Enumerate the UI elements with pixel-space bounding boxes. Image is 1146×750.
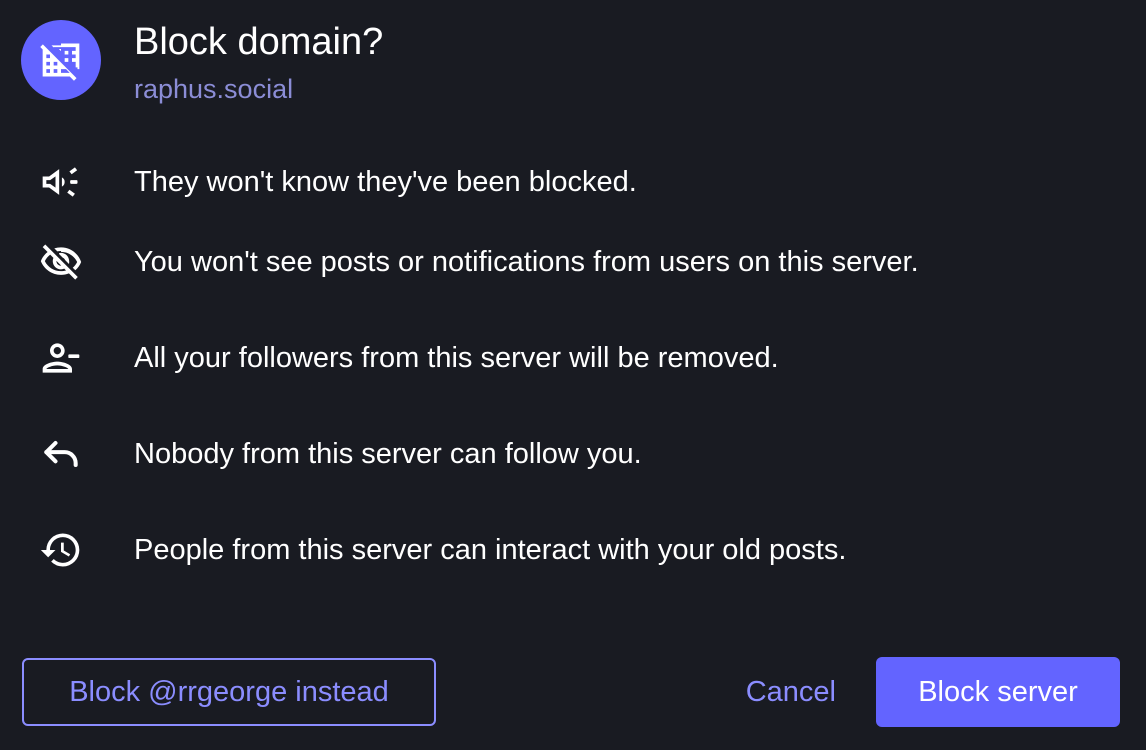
list-item: People from this server can interact wit… [38, 502, 1118, 598]
domain-name: raphus.social [134, 74, 294, 104]
person-remove-icon [38, 335, 84, 381]
list-item: You won't see posts or notifications fro… [38, 214, 1118, 310]
campaign-icon [38, 159, 84, 205]
domain-disabled-icon [21, 20, 101, 100]
cancel-button[interactable]: Cancel [726, 657, 856, 727]
visibility-off-icon [38, 239, 84, 285]
right-actions: Cancel Block server [726, 657, 1120, 727]
consequences-list: They won't know they've been blocked. Yo… [38, 150, 1118, 598]
consequence-text: Nobody from this server can follow you. [134, 438, 642, 470]
block-domain-dialog: Block domain? raphus.social They won't k… [0, 0, 1146, 750]
title-block: Block domain? raphus.social [134, 20, 383, 106]
block-server-button[interactable]: Block server [876, 657, 1120, 727]
consequence-text: All your followers from this server will… [134, 342, 779, 374]
dialog-title: Block domain? [134, 21, 384, 63]
consequence-text: People from this server can interact wit… [134, 534, 847, 566]
dialog-actions: Block @rrgeorge instead Cancel Block ser… [22, 656, 1120, 728]
block-user-instead-button[interactable]: Block @rrgeorge instead [22, 658, 436, 726]
consequence-text: They won't know they've been blocked. [134, 166, 637, 198]
list-item: All your followers from this server will… [38, 310, 1118, 406]
dialog-header: Block domain? raphus.social [21, 20, 383, 106]
list-item: They won't know they've been blocked. [38, 150, 1118, 214]
history-icon [38, 527, 84, 573]
reply-icon [38, 431, 84, 477]
list-item: Nobody from this server can follow you. [38, 406, 1118, 502]
consequence-text: You won't see posts or notifications fro… [134, 246, 919, 278]
